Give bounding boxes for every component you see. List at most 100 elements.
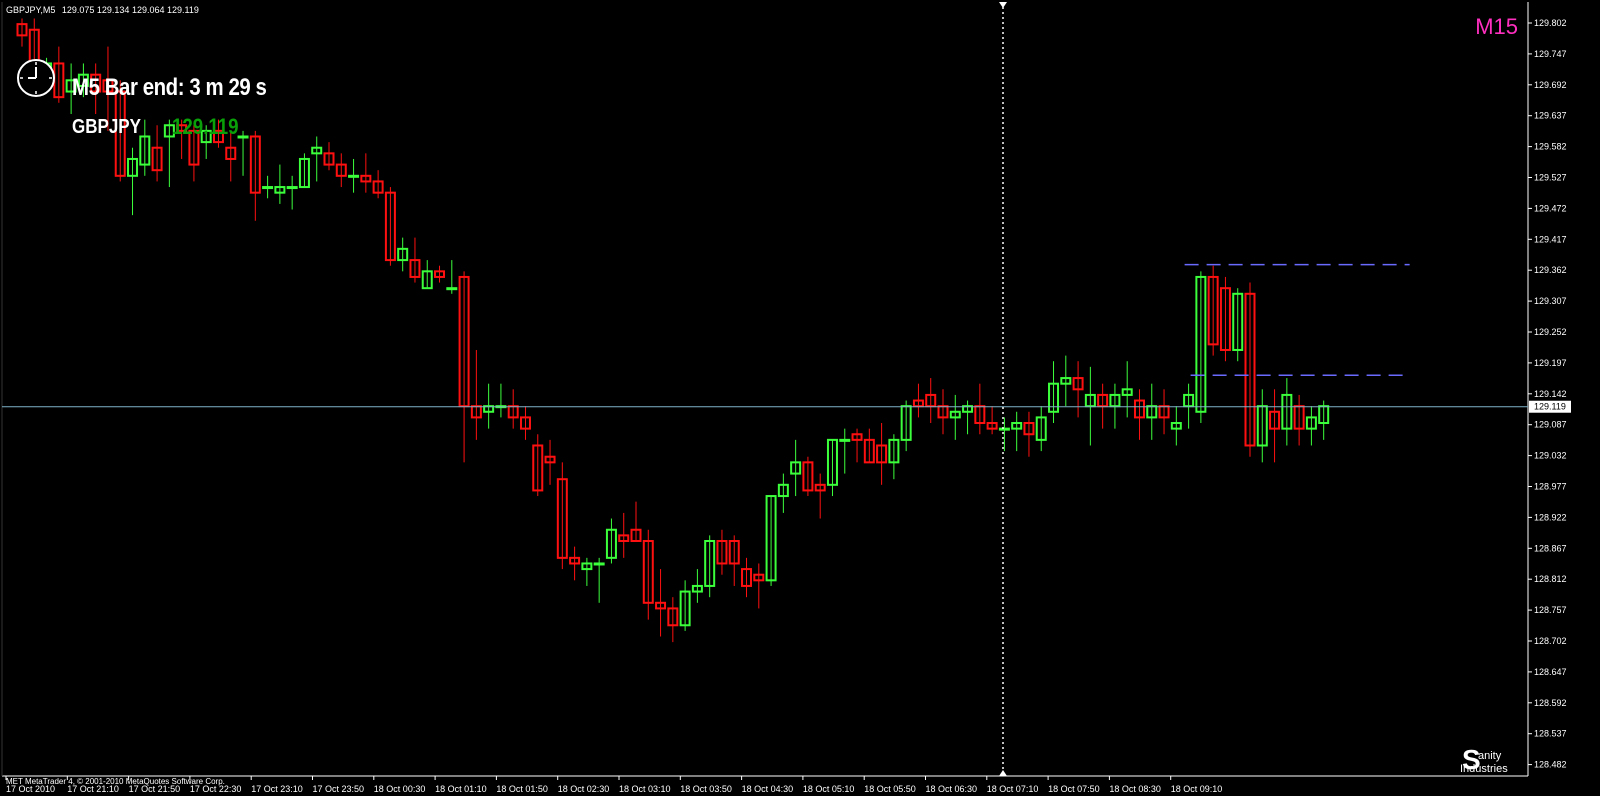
price-tick-label: 128.977 — [1534, 482, 1567, 492]
price-tick-label: 129.087 — [1534, 420, 1567, 430]
candle — [421, 260, 433, 290]
time-tick-label: 18 Oct 03:10 — [619, 784, 671, 794]
candle — [753, 563, 765, 609]
candle — [888, 434, 900, 480]
candle — [556, 462, 568, 570]
candle — [1023, 411, 1035, 457]
candle — [1072, 361, 1084, 418]
candle — [151, 125, 163, 182]
candle — [532, 434, 544, 497]
candle — [348, 158, 360, 193]
indicator-price: 129.119 — [172, 114, 239, 139]
candle — [409, 237, 421, 283]
candle — [814, 473, 826, 519]
bar-end-countdown: M5 Bar end: 3 m 29 s — [72, 74, 267, 101]
price-tick-label: 129.142 — [1534, 389, 1567, 399]
candle-body — [998, 427, 1010, 431]
price-tick-label: 129.582 — [1534, 142, 1567, 152]
candle — [507, 389, 519, 429]
candle — [912, 383, 924, 418]
candle — [618, 512, 630, 558]
price-tick-label: 129.747 — [1534, 49, 1567, 59]
candle — [139, 119, 151, 176]
candle — [1060, 355, 1072, 407]
candle — [311, 136, 323, 182]
candle — [949, 394, 961, 440]
candle — [1269, 389, 1281, 463]
candle — [937, 389, 949, 435]
price-tick-label: 129.637 — [1534, 111, 1567, 121]
time-tick-label: 18 Oct 02:30 — [558, 784, 610, 794]
price-chart[interactable]: 129.802 129.747 129.692 129.637 129.582 129.5… — [0, 0, 1600, 796]
candle — [1293, 394, 1305, 446]
candle — [655, 569, 667, 637]
time-tick-label: 18 Oct 00:30 — [374, 784, 426, 794]
copyright-text: MET MetaTrader 4, © 2001-2010 MetaQuotes… — [6, 777, 225, 786]
candle — [569, 546, 581, 581]
time-tick-label: 18 Oct 01:50 — [496, 784, 548, 794]
candle — [777, 473, 789, 513]
price-tick-label: 129.032 — [1534, 451, 1567, 461]
candle — [581, 557, 593, 586]
time-tick-label: 18 Oct 07:50 — [1048, 784, 1100, 794]
candle — [1048, 361, 1060, 424]
candle — [384, 187, 396, 266]
price-tick-label: 129.307 — [1534, 296, 1567, 306]
candle — [16, 18, 28, 47]
candle — [446, 260, 458, 294]
candle — [1158, 389, 1170, 435]
candle — [741, 557, 753, 598]
candle — [1219, 276, 1231, 362]
time-tick-label: 18 Oct 09:10 — [1171, 784, 1223, 794]
current-price-label: 129.119 — [1534, 402, 1566, 412]
candle — [360, 153, 372, 193]
candle — [335, 153, 347, 188]
candle — [1195, 271, 1207, 424]
price-tick-label: 128.537 — [1534, 729, 1567, 739]
candle — [1011, 411, 1023, 452]
price-tick-label: 129.802 — [1534, 18, 1567, 28]
crosshair-marker-top — [999, 2, 1007, 8]
candle — [728, 535, 740, 586]
candle — [863, 428, 875, 464]
price-tick-label: 129.527 — [1534, 173, 1567, 183]
candle — [716, 529, 728, 575]
candle — [925, 378, 937, 424]
candle — [458, 271, 470, 463]
candle — [1207, 265, 1219, 356]
candle — [1183, 383, 1195, 429]
candle — [679, 580, 691, 631]
candle — [1121, 361, 1133, 418]
time-tick-label: 18 Oct 03:50 — [680, 784, 732, 794]
time-tick-label: 18 Oct 08:30 — [1109, 784, 1161, 794]
candle — [397, 237, 409, 272]
candle — [1035, 406, 1047, 452]
candle — [1256, 389, 1268, 463]
candles — [16, 18, 1330, 643]
time-tick-label: 17 Oct 23:50 — [313, 784, 365, 794]
candle — [851, 428, 863, 463]
price-tick-label: 128.812 — [1534, 574, 1567, 584]
candle — [593, 557, 605, 603]
price-tick-label: 128.867 — [1534, 543, 1567, 553]
candle — [1281, 378, 1293, 446]
candle — [544, 439, 556, 485]
symbol-timeframe: GBPJPY,M5 — [6, 5, 56, 15]
candle — [323, 142, 335, 171]
candle — [298, 153, 310, 189]
candle — [630, 501, 642, 542]
candle — [900, 400, 912, 452]
candle — [1232, 288, 1244, 362]
time-tick-label: 18 Oct 07:10 — [987, 784, 1039, 794]
candle-body — [286, 186, 298, 190]
ohlc-values: 129.075 129.134 129.064 129.119 — [61, 5, 199, 15]
candle — [642, 529, 654, 620]
price-tick-label: 128.592 — [1534, 698, 1567, 708]
crosshair-marker-bottom — [999, 770, 1007, 776]
candle-body — [237, 135, 249, 139]
time-tick-label: 18 Oct 06:30 — [926, 784, 978, 794]
chart-header: GBPJPY,M5 129.075 129.134 129.064 129.11… — [6, 5, 203, 15]
timeframe-label: M15 — [1475, 14, 1518, 39]
candle — [274, 164, 286, 204]
price-tick-label: 129.472 — [1534, 203, 1567, 213]
